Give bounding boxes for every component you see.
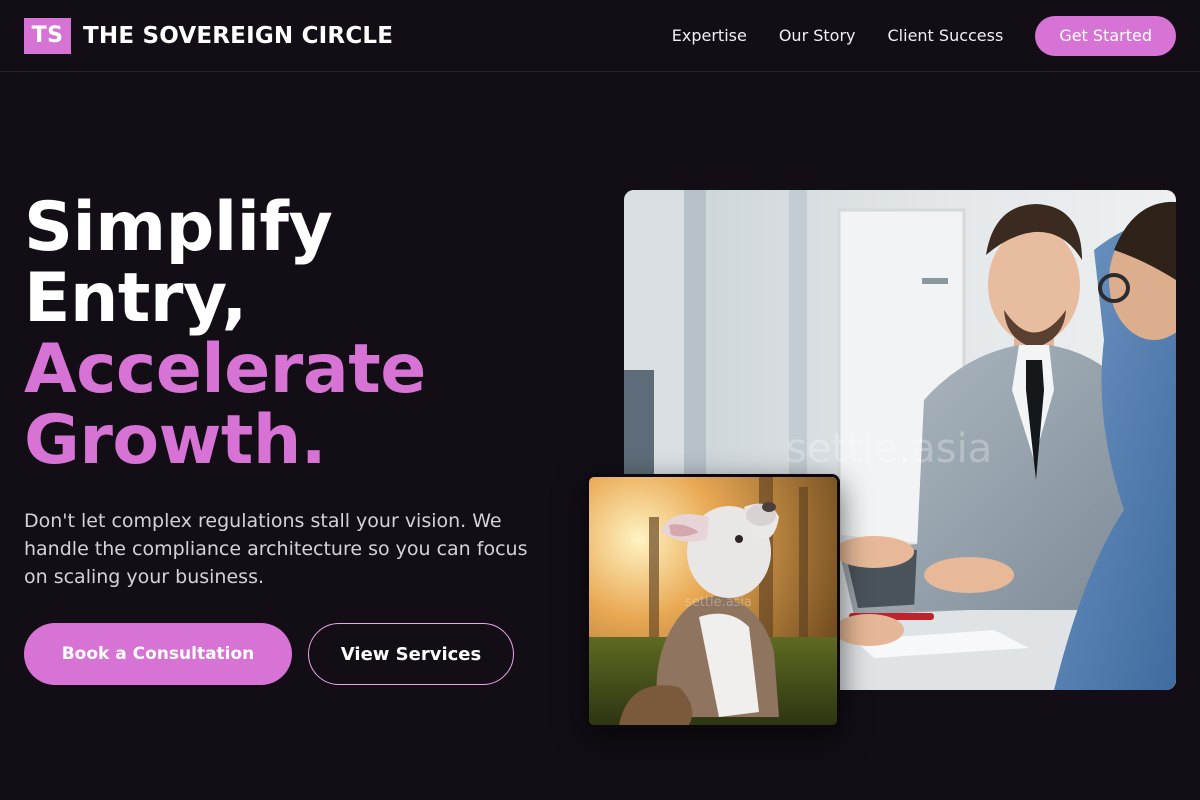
hero-subtitle: Don't let complex regulations stall your… [24, 510, 528, 588]
top-navigation: TS THE SOVEREIGN CIRCLE Expertise Our St… [0, 0, 1200, 72]
hero-title-line-2: Entry, [24, 259, 247, 338]
brand-name: THE SOVEREIGN CIRCLE [83, 22, 394, 49]
nav-link-our-story[interactable]: Our Story [779, 26, 856, 45]
main-image-watermark: settle.asia [786, 426, 993, 472]
dog-image: settle.asia [586, 474, 840, 728]
nav-links: Expertise Our Story Client Success Get S… [640, 15, 1176, 56]
hero-title: Simplify Entry, Accelerate Growth. [24, 192, 584, 476]
get-started-button[interactable]: Get Started [1035, 15, 1176, 56]
logo-mark: TS [24, 17, 71, 54]
view-services-button[interactable]: View Services [308, 623, 514, 685]
nav-link-expertise[interactable]: Expertise [672, 26, 747, 45]
nav-link-client-success[interactable]: Client Success [888, 26, 1004, 45]
brand[interactable]: TS THE SOVEREIGN CIRCLE [24, 17, 394, 54]
dog-image-watermark: settle.asia [685, 595, 753, 610]
hero-title-line-1: Simplify [24, 188, 333, 267]
book-consultation-button[interactable]: Book a Consultation [24, 623, 292, 685]
hero-title-accent-line-2: Growth. [24, 401, 327, 480]
hero-title-accent-line-1: Accelerate [24, 330, 426, 409]
